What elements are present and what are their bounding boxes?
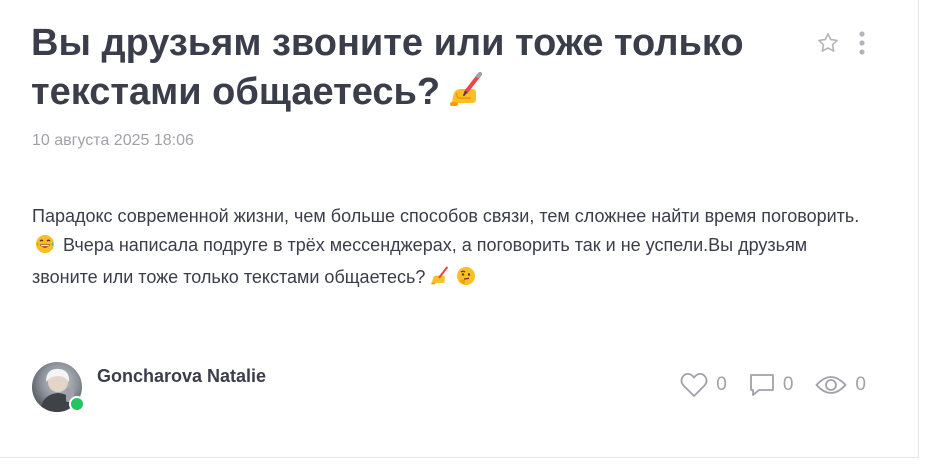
views-count: 0 (855, 374, 866, 395)
eye-icon (815, 373, 848, 397)
star-icon[interactable] (816, 31, 840, 55)
post-date: 10 августа 2025 18:06 (32, 132, 194, 149)
like-button[interactable]: 0 (680, 372, 727, 398)
post-body: Парадокс современной жизни, чем больше с… (32, 202, 877, 295)
laughing-tears-emoji-icon (35, 234, 55, 263)
author-block: Goncharova Natalie (32, 362, 266, 412)
post-stats: 0 0 0 (680, 372, 866, 398)
comment-icon (749, 372, 775, 398)
comment-count: 0 (782, 374, 794, 395)
post-body-part1: Парадокс современной жизни, чем больше с… (32, 206, 860, 226)
views-indicator: 0 (815, 373, 866, 397)
writing-hand-small-emoji-icon (428, 264, 450, 295)
post-title-text: Вы друзьям звоните или тоже только текст… (31, 22, 744, 114)
comment-button[interactable]: 0 (749, 372, 794, 398)
writing-hand-emoji-icon (444, 67, 486, 121)
author-name[interactable]: Goncharova Natalie (97, 366, 266, 387)
thinking-face-emoji-icon (456, 266, 476, 295)
more-vertical-icon[interactable] (858, 30, 866, 56)
heart-icon (680, 372, 708, 398)
post-body-part2: Вчера написала подруге в трёх мессенджер… (32, 235, 808, 287)
like-count: 0 (716, 374, 727, 395)
post-actions (816, 30, 866, 56)
online-status-indicator (69, 396, 85, 412)
post-title[interactable]: Вы друзьям звоните или тоже только текст… (31, 20, 761, 121)
avatar[interactable] (32, 362, 85, 412)
post-card: Вы друзьям звоните или тоже только текст… (0, 0, 919, 458)
